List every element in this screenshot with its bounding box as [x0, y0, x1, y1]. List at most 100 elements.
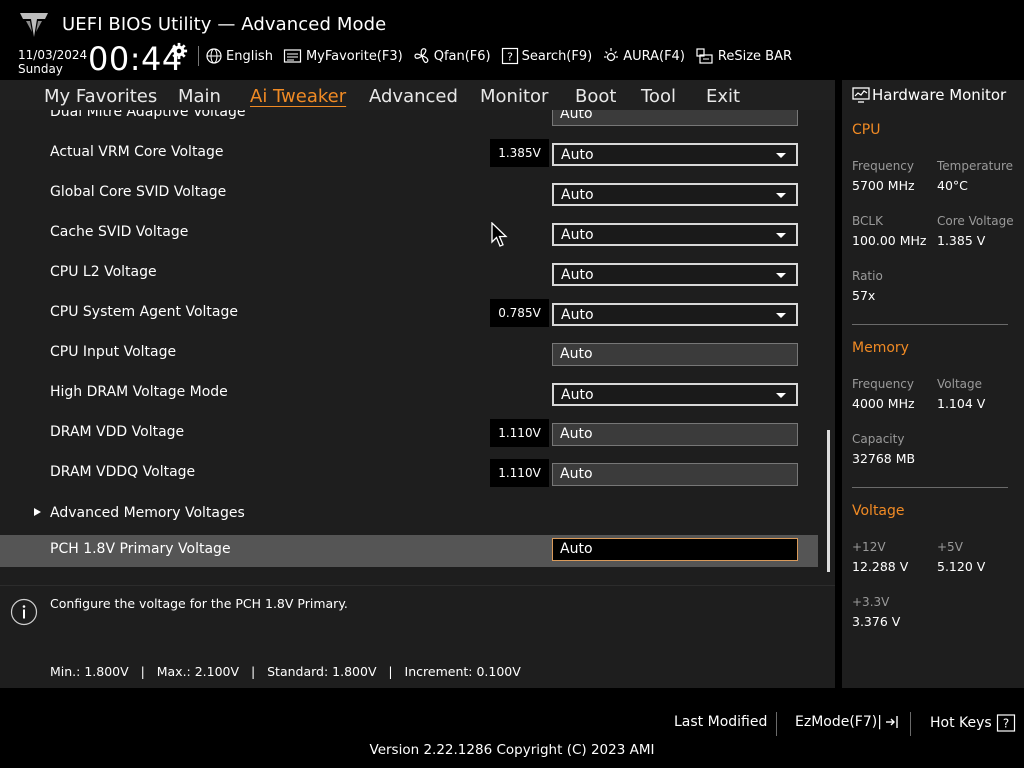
- aura-icon: [604, 48, 619, 62]
- hw-label: +3.3V: [852, 595, 890, 609]
- last-modified-button[interactable]: Last Modified: [674, 714, 767, 730]
- tab-boot[interactable]: Boot: [575, 86, 616, 107]
- hw-voltage-12v: 12.288 V: [852, 559, 909, 574]
- setting-row-dram-vddq-voltage[interactable]: DRAM VDDQ Voltage 1.110V Auto: [0, 457, 818, 489]
- hw-cpu-core-voltage: 1.385 V: [937, 233, 986, 248]
- hw-divider: [852, 324, 1008, 325]
- setting-value-input[interactable]: Auto: [552, 538, 798, 561]
- caret-down-icon: [776, 313, 786, 318]
- fan-icon: [414, 48, 429, 64]
- setting-dropdown[interactable]: Auto: [552, 303, 798, 326]
- globe-icon: [206, 48, 222, 64]
- monitor-icon: [852, 87, 870, 103]
- last-modified-label: Last Modified: [674, 714, 768, 730]
- setting-row-actual-vrm-core-voltage[interactable]: Actual VRM Core Voltage 1.385V Auto: [0, 137, 818, 169]
- setting-row-cpu-l2-voltage[interactable]: CPU L2 Voltage Auto: [0, 257, 818, 289]
- hardware-monitor-title: Hardware Monitor: [872, 86, 1007, 104]
- tab-exit[interactable]: Exit: [706, 86, 740, 107]
- setting-row-pch-1-8v-primary-voltage[interactable]: PCH 1.8V Primary Voltage Auto: [0, 535, 818, 567]
- hot-keys-button[interactable]: Hot Keys ?: [930, 714, 1016, 732]
- tab-advanced[interactable]: Advanced: [369, 86, 458, 107]
- setting-value-field[interactable]: Auto: [552, 343, 798, 366]
- main-tabs: My Favorites Main Ai Tweaker Advanced Mo…: [0, 80, 835, 110]
- setting-label: Global Core SVID Voltage: [50, 184, 227, 200]
- caret-down-icon: [776, 273, 786, 278]
- mouse-cursor-icon: [491, 222, 508, 247]
- setting-row-cpu-system-agent-voltage[interactable]: CPU System Agent Voltage 0.785V Auto: [0, 297, 818, 329]
- hw-voltage-3-3v: 3.376 V: [852, 614, 901, 629]
- qfan-button[interactable]: Qfan(F6): [413, 47, 491, 65]
- tab-main[interactable]: Main: [178, 86, 221, 107]
- tab-my-favorites[interactable]: My Favorites: [44, 86, 157, 107]
- setting-label: CPU System Agent Voltage: [50, 304, 238, 320]
- toolbar-divider: [198, 46, 199, 66]
- search-button[interactable]: ? Search(F9): [501, 47, 592, 65]
- caret-down-icon: [776, 193, 786, 198]
- hw-cpu-frequency: 5700 MHz: [852, 178, 915, 193]
- setting-dropdown[interactable]: Auto: [552, 223, 798, 246]
- hw-divider: [852, 487, 1008, 488]
- setting-dropdown[interactable]: Auto: [552, 143, 798, 166]
- setting-row-cache-svid-voltage[interactable]: Cache SVID Voltage Auto: [0, 217, 818, 249]
- setting-label: CPU L2 Voltage: [50, 264, 157, 280]
- myfavorite-button[interactable]: MyFavorite(F3): [283, 48, 403, 64]
- hw-label: Capacity: [852, 432, 905, 446]
- setting-label: Dual Mitre Adaptive Voltage: [50, 110, 246, 120]
- setting-value-field: Auto: [552, 110, 798, 126]
- setting-label: DRAM VDD Voltage: [50, 424, 185, 440]
- setting-row-cpu-input-voltage[interactable]: CPU Input Voltage Auto: [0, 337, 818, 369]
- hw-cpu-temperature: 40°C: [937, 178, 968, 193]
- hw-memory-heading: Memory: [852, 340, 909, 356]
- hot-keys-label: Hot Keys: [930, 715, 992, 731]
- voltage-reading: 1.385V: [490, 139, 549, 167]
- voltage-reading: 1.110V: [490, 459, 549, 487]
- hw-cpu-heading: CPU: [852, 122, 881, 138]
- hw-cpu-bclk: 100.00 MHz: [852, 233, 927, 248]
- tuf-logo-icon: [20, 13, 48, 37]
- setting-value: Auto: [561, 187, 594, 203]
- clock: 00:44: [88, 40, 183, 78]
- toolbar: English MyFavorite(F3) Qfan(F6) ? Search…: [198, 44, 802, 68]
- aura-label: AURA(F4): [623, 48, 685, 64]
- setting-row-global-core-svid-voltage[interactable]: Global Core SVID Voltage Auto: [0, 177, 818, 209]
- setting-row-dram-vdd-voltage[interactable]: DRAM VDD Voltage 1.110V Auto: [0, 417, 818, 449]
- hw-memory-voltage: 1.104 V: [937, 396, 986, 411]
- scrollbar[interactable]: [827, 430, 830, 572]
- hw-label: Frequency: [852, 159, 914, 173]
- tab-tool[interactable]: Tool: [641, 86, 676, 107]
- setting-value-field[interactable]: Auto: [552, 423, 798, 446]
- settings-list: Dual Mitre Adaptive Voltage Auto Actual …: [0, 110, 835, 585]
- header: UEFI BIOS Utility — Advanced Mode 11/03/…: [0, 0, 1024, 80]
- setting-dropdown[interactable]: Auto: [552, 183, 798, 206]
- tab-ai-tweaker[interactable]: Ai Tweaker: [250, 86, 346, 107]
- setting-dropdown[interactable]: Auto: [552, 383, 798, 406]
- setting-label: CPU Input Voltage: [50, 344, 177, 360]
- hw-voltage-heading: Voltage: [852, 503, 905, 519]
- setting-dropdown[interactable]: Auto: [552, 263, 798, 286]
- resize-bar-button[interactable]: ReSize BAR: [695, 47, 792, 65]
- qfan-label: Qfan(F6): [433, 48, 491, 64]
- setting-value-field[interactable]: Auto: [552, 463, 798, 486]
- gear-icon[interactable]: [170, 42, 188, 60]
- setting-row-partial[interactable]: Dual Mitre Adaptive Voltage Auto: [0, 110, 818, 129]
- tab-monitor[interactable]: Monitor: [480, 86, 548, 107]
- info-icon: [10, 598, 38, 626]
- setting-row-high-dram-voltage-mode[interactable]: High DRAM Voltage Mode Auto: [0, 377, 818, 409]
- day: Sunday: [18, 62, 63, 76]
- hw-label: Voltage: [937, 377, 983, 391]
- help-range: Min.: 1.800V | Max.: 2.100V | Standard: …: [50, 664, 521, 679]
- submenu-advanced-memory-voltages[interactable]: Advanced Memory Voltages: [0, 498, 818, 530]
- aura-button[interactable]: AURA(F4): [602, 47, 685, 65]
- date: 11/03/2024: [18, 48, 88, 62]
- setting-value: Auto: [560, 466, 593, 482]
- hw-cpu-ratio: 57x: [852, 288, 876, 303]
- bios-window: UEFI BIOS Utility — Advanced Mode 11/03/…: [0, 0, 1024, 768]
- setting-value: Auto: [560, 541, 593, 557]
- favorite-icon: [283, 49, 302, 63]
- language-button[interactable]: English: [205, 47, 273, 65]
- svg-text:?: ?: [1003, 717, 1009, 731]
- setting-value: Auto: [560, 346, 593, 362]
- ezmode-button[interactable]: EzMode(F7)|: [795, 714, 900, 730]
- hw-label: Temperature: [937, 159, 1014, 173]
- caret-down-icon: [776, 153, 786, 158]
